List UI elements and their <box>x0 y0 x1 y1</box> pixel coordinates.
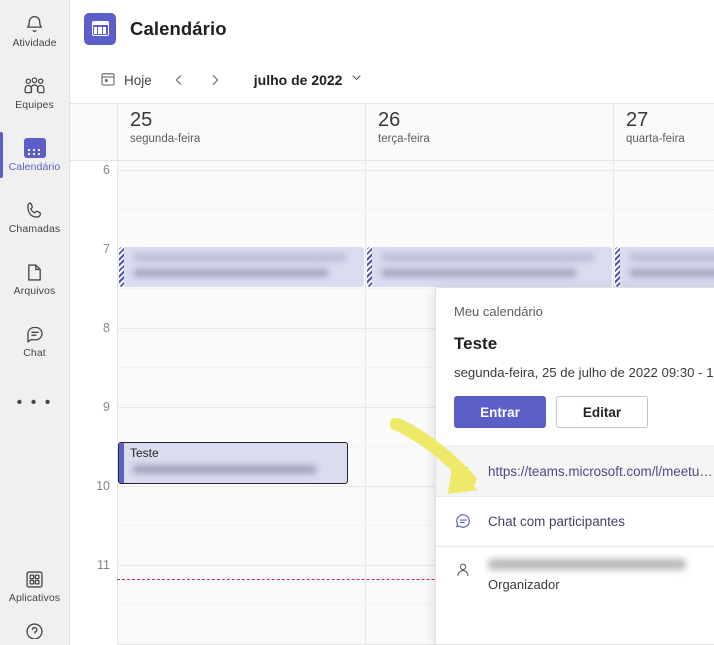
event-block-teste[interactable]: Teste <box>118 442 348 484</box>
app-rail: Atividade Equipes Calendário Chamadas Ar… <box>0 0 70 645</box>
phone-icon <box>24 199 45 221</box>
calendar-toolbar: Hoje julho de 2022 <box>70 57 714 104</box>
edit-button[interactable]: Editar <box>556 396 648 428</box>
join-button[interactable]: Entrar <box>454 396 546 428</box>
day-weekday: terça-feira <box>378 133 430 145</box>
teams-calendar-window: Atividade Equipes Calendário Chamadas Ar… <box>0 0 714 645</box>
event-accent-bar <box>119 247 124 287</box>
help-icon <box>24 623 45 639</box>
rail-item-equipes[interactable]: Equipes <box>0 62 70 124</box>
meeting-link-text: https://teams.microsoft.com/l/meetu… <box>488 464 713 479</box>
person-icon <box>452 561 474 579</box>
chat-with-participants-row[interactable]: Chat com participantes <box>436 496 714 546</box>
today-calendar-icon <box>100 71 116 90</box>
organizer-name-redacted <box>488 559 686 570</box>
calendar-name: Meu calendário <box>454 304 543 319</box>
organizer-info: Organizador <box>488 559 686 592</box>
rail-item-calendario[interactable]: Calendário <box>0 124 70 186</box>
chat-icon <box>24 323 46 345</box>
hour-label-11: 11 <box>97 558 110 572</box>
half-hour-line <box>117 209 714 210</box>
today-button[interactable]: Hoje <box>92 65 160 95</box>
period-selector[interactable]: julho de 2022 <box>246 65 372 95</box>
redacted-text <box>629 253 714 262</box>
hour-label-7: 7 <box>103 242 110 256</box>
chat-with-participants-label: Chat com participantes <box>488 514 625 529</box>
meeting-link-row[interactable]: https://teams.microsoft.com/l/meetu… <box>436 446 714 496</box>
event-accent-bar <box>119 443 124 483</box>
redacted-text <box>133 269 329 277</box>
hour-label-8: 8 <box>103 321 110 335</box>
event-title: Teste <box>130 446 159 460</box>
day-number: 25 <box>130 109 153 131</box>
rail-label: Calendário <box>8 161 61 174</box>
rail-label: Chat <box>23 347 46 360</box>
organizer-row[interactable]: Organizador <box>436 546 714 608</box>
calendar-icon <box>23 137 46 159</box>
hour-label-10: 10 <box>96 479 110 493</box>
rail-label: Equipes <box>15 99 54 112</box>
calendar-app-icon <box>84 12 116 45</box>
event-accent-bar <box>615 247 620 287</box>
chevron-down-icon <box>350 71 363 89</box>
rail-label: Chamadas <box>8 223 61 236</box>
bell-icon <box>24 13 45 35</box>
day-header-row: 25 segunda-feira 26 terça-feira 27 quart… <box>70 104 714 161</box>
page-header: Calendário <box>70 0 714 57</box>
day-header-27[interactable]: 27 quarta-feira <box>613 104 714 160</box>
column-divider <box>117 161 118 645</box>
event-title: Teste <box>454 334 498 353</box>
redacted-text <box>133 253 347 262</box>
day-column-shade-25 <box>118 161 366 645</box>
day-header-25[interactable]: 25 segunda-feira <box>117 104 365 160</box>
time-gutter-header <box>70 104 117 160</box>
rail-item-chamadas[interactable]: Chamadas <box>0 186 70 248</box>
page-title: Calendário <box>130 17 227 39</box>
day-weekday: segunda-feira <box>130 133 201 145</box>
day-weekday: quarta-feira <box>626 133 685 145</box>
event-block-redacted[interactable] <box>119 247 364 287</box>
event-accent-bar <box>367 247 372 287</box>
hour-label-9: 9 <box>103 400 110 414</box>
organizer-role: Organizador <box>488 577 560 592</box>
link-icon <box>452 463 474 481</box>
panel-header: Meu calendário Teste segunda-feira, 25 d… <box>436 288 714 380</box>
event-details-popup: Meu calendário Teste segunda-feira, 25 d… <box>435 287 714 645</box>
redacted-text <box>629 269 714 277</box>
event-block-redacted[interactable] <box>367 247 612 287</box>
rail-item-aplicativos[interactable]: Aplicativos <box>0 555 70 617</box>
column-divider <box>365 161 366 645</box>
rail-item-arquivos[interactable]: Arquivos <box>0 248 70 310</box>
chat-bubble-icon <box>452 512 474 531</box>
redacted-text <box>381 269 577 277</box>
day-header-26[interactable]: 26 terça-feira <box>365 104 613 160</box>
today-label: Hoje <box>124 72 152 88</box>
rail-label: Aplicativos <box>8 592 61 605</box>
next-period-button[interactable] <box>198 65 232 95</box>
file-icon <box>25 261 44 283</box>
rail-label: Atividade <box>12 37 57 50</box>
main-content: Calendário Hoje julho de 2022 25 segunda… <box>70 0 714 645</box>
hour-label-6: 6 <box>103 163 110 177</box>
more-icon: • • • <box>16 394 53 411</box>
rail-item-chat[interactable]: Chat <box>0 310 70 372</box>
hour-line <box>117 170 714 171</box>
day-number: 26 <box>378 109 401 131</box>
panel-actions: Entrar Editar <box>436 380 714 446</box>
redacted-text <box>132 465 317 474</box>
people-icon <box>23 75 46 97</box>
day-number: 27 <box>626 109 649 131</box>
previous-period-button[interactable] <box>162 65 196 95</box>
rail-item-atividade[interactable]: Atividade <box>0 0 70 62</box>
rail-label: Arquivos <box>13 285 56 298</box>
event-datetime: segunda-feira, 25 de julho de 2022 09:30… <box>454 365 714 380</box>
rail-item-more[interactable]: • • • <box>0 372 70 434</box>
rail-item-help[interactable] <box>0 617 70 645</box>
period-label: julho de 2022 <box>253 72 343 88</box>
apps-grid-icon <box>24 568 45 590</box>
redacted-text <box>381 253 595 262</box>
event-block-redacted[interactable] <box>615 247 714 287</box>
